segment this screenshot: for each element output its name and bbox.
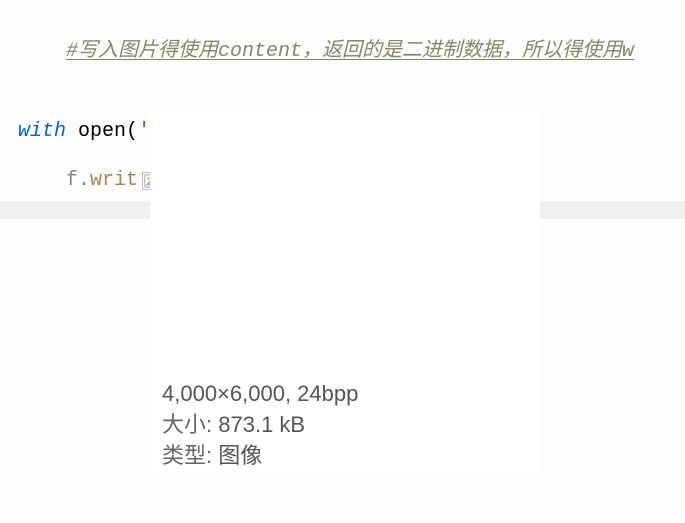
size-value: 873.1 kB [218, 412, 305, 437]
type-label: 类型: [162, 443, 212, 468]
image-info-tooltip: 4,000×6,000, 24bpp 大小: 873.1 kB 类型: 图像 [150, 110, 540, 478]
method-writ: writ [90, 169, 138, 192]
comment-text: #写入图片得使用content，返回的是二进制数据，所以得使用w [66, 40, 634, 63]
image-size-row: 大小: 873.1 kB [162, 409, 528, 440]
builtin-open: open [78, 120, 126, 143]
image-preview-area [162, 120, 528, 378]
image-dimensions: 4,000×6,000, 24bpp [162, 378, 528, 409]
paren-open: ( [126, 120, 138, 143]
keyword-with: with [18, 120, 66, 143]
size-label: 大小: [162, 412, 212, 437]
var-f: f [66, 169, 78, 192]
code-line-comment: #写入图片得使用content，返回的是二进制数据，所以得使用w [0, 6, 685, 97]
dot: . [78, 169, 90, 192]
type-value: 图像 [218, 443, 262, 468]
image-type-row: 类型: 图像 [162, 440, 528, 471]
